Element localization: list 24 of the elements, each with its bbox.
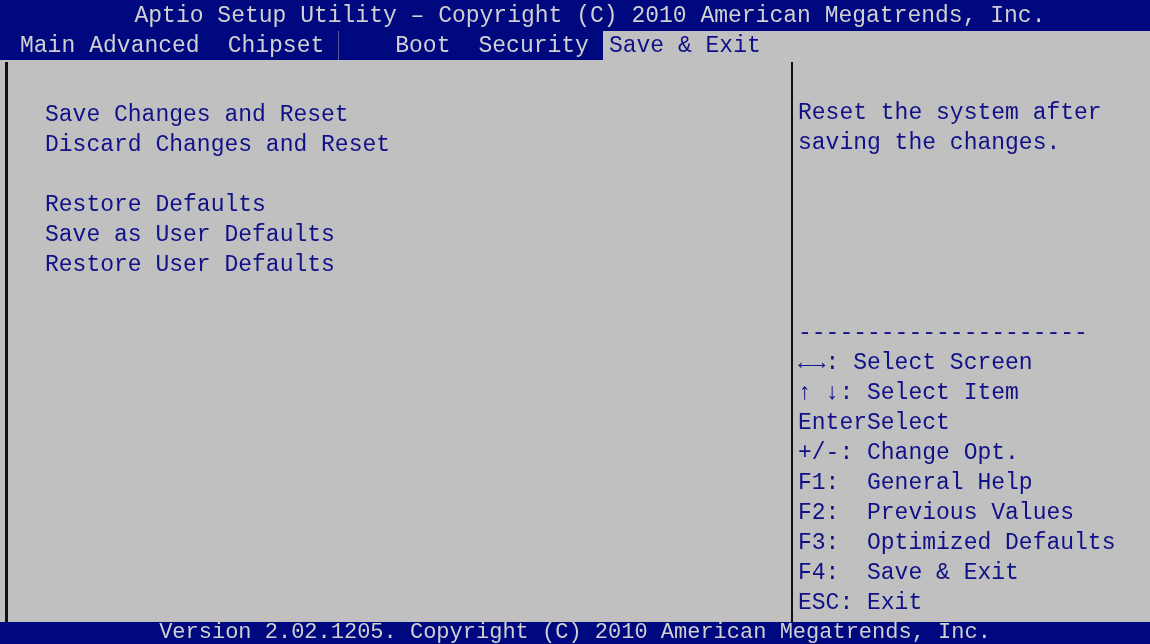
menu-tab[interactable]: Main [6, 31, 90, 60]
key-hint: +/-: Change Opt. [798, 439, 1019, 468]
window-title: Aptio Setup Utility – Copyright (C) 2010 American Megatrends, Inc. [133, 2, 1046, 29]
help-separator: --------------------- [798, 319, 1088, 348]
menu-tab[interactable]: Chipset [213, 31, 340, 60]
key-hint: EnterSelect [798, 409, 950, 438]
key-hint: ESC: Exit [798, 589, 923, 618]
key-hint: ←→: Select Screen [798, 349, 1033, 378]
menu-item[interactable]: Restore Defaults [45, 190, 266, 220]
menu-tab[interactable]: Advanced [89, 31, 214, 60]
key-hint: F2: Previous Values [798, 499, 1075, 528]
menu-tab[interactable]: Save & Exit [602, 31, 1150, 60]
menu-item[interactable]: Save Changes and Reset [45, 100, 349, 130]
menu-item[interactable]: Save as User Defaults [45, 220, 335, 250]
menu-tab[interactable]: Boot [381, 31, 465, 60]
menu-item[interactable]: Discard Changes and Reset [45, 130, 391, 160]
menu-item[interactable]: Restore User Defaults [45, 250, 335, 280]
key-hint: ↑ ↓: Select Item [798, 379, 1019, 408]
key-hint: F1: General Help [798, 469, 1033, 498]
help-description: Reset the system after saving the changes. [798, 99, 1103, 158]
key-hint: F3: Optimized Defaults [798, 529, 1116, 558]
menu-tab[interactable]: Security [464, 31, 603, 60]
key-hint: F4: Save & Exit [798, 559, 1019, 588]
version-footer: Version 2.02.1205. Copyright (C) 2010 American Megatrends, Inc. [159, 622, 991, 644]
